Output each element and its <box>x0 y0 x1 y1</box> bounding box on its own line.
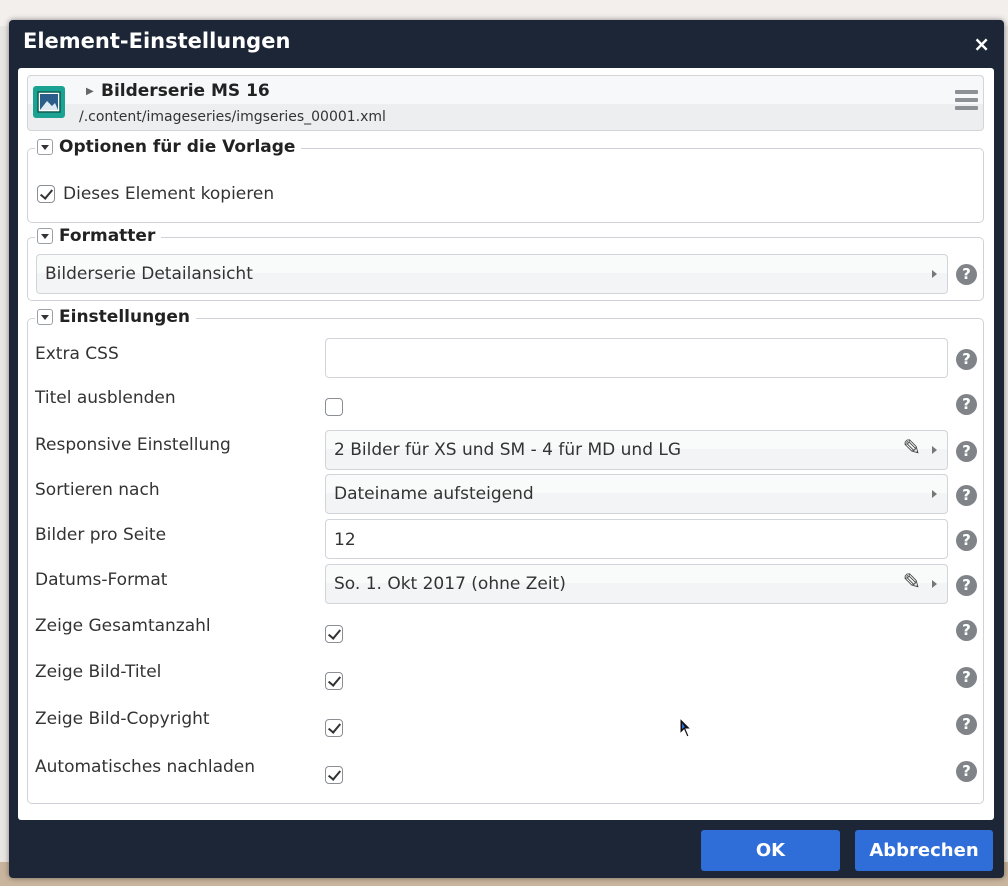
copy-element-checkbox[interactable] <box>37 185 55 203</box>
autoload-checkbox[interactable] <box>325 766 343 784</box>
collapse-toggle-icon[interactable] <box>37 309 53 325</box>
collapse-toggle-icon[interactable] <box>37 139 53 155</box>
formatter-group: Formatter Bilderserie Detailansicht ? <box>27 226 984 301</box>
ok-button[interactable]: OK <box>701 830 840 871</box>
help-icon[interactable]: ? <box>956 485 977 506</box>
formatter-value: Bilderserie Detailansicht <box>45 264 253 284</box>
dialog-content: ▶ Bilderserie MS 16 /.content/imageserie… <box>18 68 994 820</box>
extra-css-label: Extra CSS <box>35 344 119 364</box>
help-icon[interactable]: ? <box>956 714 977 735</box>
resource-path: /.content/imageseries/imgseries_00001.xm… <box>79 109 386 125</box>
help-icon[interactable]: ? <box>956 620 977 641</box>
help-icon[interactable]: ? <box>956 441 977 462</box>
responsive-value: 2 Bilder für XS und SM - 4 für MD und LG <box>334 440 682 460</box>
collapse-toggle-icon[interactable] <box>37 228 53 244</box>
autoload-label: Automatisches nachladen <box>35 757 256 777</box>
help-icon[interactable]: ? <box>956 349 977 370</box>
chevron-right-icon <box>932 580 937 588</box>
dialog-title: Element-Einstellungen <box>23 29 291 53</box>
element-settings-dialog: Element-Einstellungen × ▶ Bilderserie MS… <box>9 20 1004 878</box>
sort-by-label: Sortieren nach <box>35 480 160 500</box>
settings-group: Einstellungen Extra CSS ? Titel ausblend… <box>27 307 984 804</box>
show-count-checkbox[interactable] <box>325 625 343 643</box>
chevron-right-icon <box>932 490 937 498</box>
help-icon[interactable]: ? <box>956 761 977 782</box>
copy-element-label: Dieses Element kopieren <box>63 184 275 204</box>
show-title-checkbox[interactable] <box>325 672 343 690</box>
show-count-label: Zeige Gesamtanzahl <box>35 616 211 636</box>
show-title-label: Zeige Bild-Titel <box>35 662 162 682</box>
extra-css-input[interactable] <box>325 338 948 378</box>
expand-arrow-icon[interactable]: ▶ <box>86 86 94 97</box>
date-format-select[interactable]: So. 1. Okt 2017 (ohne Zeit) ✎ <box>325 564 948 604</box>
mouse-cursor-icon <box>679 716 693 743</box>
responsive-select[interactable]: 2 Bilder für XS und SM - 4 für MD und LG… <box>325 430 948 470</box>
date-format-label: Datums-Format <box>35 570 168 590</box>
help-icon[interactable]: ? <box>956 667 977 688</box>
sort-by-value: Dateiname aufsteigend <box>334 484 534 504</box>
pencil-icon[interactable]: ✎ <box>903 570 921 595</box>
close-icon[interactable]: × <box>973 32 990 56</box>
cancel-button[interactable]: Abbrechen <box>855 830 993 871</box>
per-page-label: Bilder pro Seite <box>35 525 167 545</box>
dialog-titlebar: Element-Einstellungen × <box>9 20 1004 68</box>
help-icon[interactable]: ? <box>956 264 977 285</box>
show-copyright-checkbox[interactable] <box>325 719 343 737</box>
pencil-icon[interactable]: ✎ <box>903 436 921 461</box>
hamburger-menu-icon[interactable] <box>955 90 978 112</box>
formatter-select[interactable]: Bilderserie Detailansicht <box>36 254 948 294</box>
resource-title: Bilderserie MS 16 <box>101 81 270 101</box>
sort-by-select[interactable]: Dateiname aufsteigend <box>325 474 948 514</box>
template-options-group: Optionen für die Vorlage Dieses Element … <box>27 137 984 223</box>
hide-title-checkbox[interactable] <box>325 398 343 416</box>
chevron-right-icon <box>932 446 937 454</box>
settings-legend: Einstellungen <box>59 307 190 327</box>
formatter-legend: Formatter <box>59 226 156 246</box>
template-options-legend: Optionen für die Vorlage <box>59 137 296 157</box>
responsive-label: Responsive Einstellung <box>35 435 231 455</box>
hide-title-label: Titel ausblenden <box>35 388 176 408</box>
help-icon[interactable]: ? <box>956 530 977 551</box>
image-gallery-icon <box>33 86 65 118</box>
show-copyright-label: Zeige Bild-Copyright <box>35 709 210 729</box>
chevron-right-icon <box>932 270 937 278</box>
per-page-input[interactable]: 12 <box>325 519 948 559</box>
resource-header: ▶ Bilderserie MS 16 /.content/imageserie… <box>27 75 984 131</box>
date-format-value: So. 1. Okt 2017 (ohne Zeit) <box>334 574 566 594</box>
help-icon[interactable]: ? <box>956 575 977 596</box>
help-icon[interactable]: ? <box>956 394 977 415</box>
